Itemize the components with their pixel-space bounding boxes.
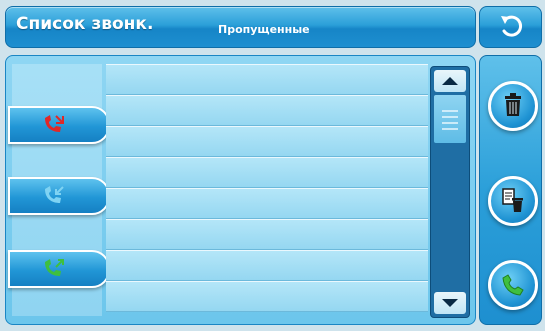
list-row[interactable] (106, 126, 428, 157)
filter-label: Пропущенные (218, 23, 310, 36)
scroll-up-button[interactable] (434, 70, 466, 92)
call-list-screen: Список звонк. Пропущенные (0, 0, 545, 331)
delete-all-button[interactable] (488, 176, 538, 226)
delete-all-icon (502, 188, 523, 212)
scrollbar-thumb[interactable] (434, 95, 466, 143)
action-column (479, 55, 542, 325)
list-row[interactable] (106, 219, 428, 250)
list-row[interactable] (106, 281, 428, 312)
list-row[interactable] (106, 157, 428, 188)
incoming-call-icon (45, 186, 64, 203)
call-list[interactable] (106, 64, 428, 316)
trash-icon (505, 93, 521, 116)
triangle-up-icon (442, 77, 458, 85)
scroll-down-button[interactable] (434, 292, 466, 314)
delete-button[interactable] (488, 81, 538, 131)
call-entry-button-outgoing[interactable] (8, 250, 110, 288)
call-type-column (8, 64, 110, 316)
list-row[interactable] (106, 64, 428, 95)
call-entry-button-incoming[interactable] (8, 177, 110, 215)
list-row[interactable] (106, 250, 428, 281)
grip-lines-icon (442, 110, 458, 130)
triangle-down-icon (442, 299, 458, 307)
back-button[interactable] (479, 6, 542, 48)
scrollbar[interactable] (430, 66, 470, 318)
page-title: Список звонк. (16, 14, 154, 34)
call-list-panel (5, 55, 476, 325)
list-row[interactable] (106, 188, 428, 219)
dial-button[interactable] (488, 260, 538, 310)
list-row[interactable] (106, 95, 428, 126)
back-arrow-icon (501, 15, 522, 37)
phone-handset-icon (502, 274, 524, 296)
outgoing-call-icon (45, 259, 64, 276)
missed-call-icon (45, 115, 64, 132)
header-bar: Список звонк. Пропущенные (5, 6, 476, 48)
call-entry-button-missed[interactable] (8, 106, 110, 144)
